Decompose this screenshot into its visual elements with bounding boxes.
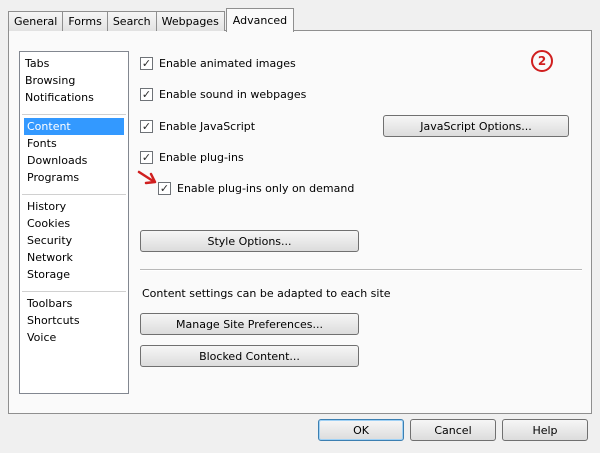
sidebar-item-toolbars[interactable]: Toolbars <box>24 295 124 312</box>
animated-images-option[interactable]: ✓ Enable animated images <box>140 55 296 71</box>
plugins-on-demand-option[interactable]: ✓ Enable plug-ins only on demand <box>158 180 354 196</box>
sound-checkbox[interactable]: ✓ <box>140 87 153 101</box>
category-group: Content Fonts Downloads Programs <box>22 114 126 194</box>
sidebar-item-tabs[interactable]: Tabs <box>22 55 126 72</box>
style-options-button[interactable]: Style Options... <box>140 230 359 252</box>
sound-label: Enable sound in webpages <box>159 87 307 101</box>
help-button[interactable]: Help <box>502 419 588 441</box>
advanced-panel: Tabs Browsing Notifications Content Font… <box>8 30 592 414</box>
sidebar-item-fonts[interactable]: Fonts <box>24 135 124 152</box>
javascript-label: Enable JavaScript <box>159 119 256 133</box>
sidebar-item-notifications[interactable]: Notifications <box>22 89 126 106</box>
sound-option[interactable]: ✓ Enable sound in webpages <box>140 86 306 102</box>
sidebar-item-cookies[interactable]: Cookies <box>24 215 124 232</box>
plugins-option[interactable]: ✓ Enable plug-ins <box>140 149 244 165</box>
plugins-label: Enable plug-ins <box>159 150 244 164</box>
sidebar-item-history[interactable]: History <box>24 198 124 215</box>
tab-webpages[interactable]: Webpages <box>155 11 225 31</box>
sidebar-item-security[interactable]: Security <box>24 232 124 249</box>
javascript-option[interactable]: ✓ Enable JavaScript <box>140 118 255 134</box>
category-group: History Cookies Security Network Storage <box>22 194 126 291</box>
sidebar-item-browsing[interactable]: Browsing <box>22 72 126 89</box>
ok-button[interactable]: OK <box>318 419 404 441</box>
plugins-on-demand-checkbox[interactable]: ✓ <box>158 181 171 195</box>
blocked-content-button[interactable]: Blocked Content... <box>140 345 359 367</box>
plugins-checkbox[interactable]: ✓ <box>140 150 153 164</box>
red-arrow-icon <box>137 170 157 185</box>
animated-images-checkbox[interactable]: ✓ <box>140 56 153 70</box>
sidebar-item-downloads[interactable]: Downloads <box>24 152 124 169</box>
manage-site-preferences-button[interactable]: Manage Site Preferences... <box>140 313 359 335</box>
sidebar-item-storage[interactable]: Storage <box>24 266 124 283</box>
sidebar-item-programs[interactable]: Programs <box>24 169 124 186</box>
tab-bar: General Forms Search Webpages Advanced <box>8 8 295 32</box>
sidebar-item-shortcuts[interactable]: Shortcuts <box>24 312 124 329</box>
plugins-on-demand-label: Enable plug-ins only on demand <box>177 181 355 195</box>
javascript-options-button[interactable]: JavaScript Options... <box>383 115 569 137</box>
sidebar-item-content[interactable]: Content <box>24 118 124 135</box>
content-settings-text: Content settings can be adapted to each … <box>142 287 391 300</box>
sidebar-item-network[interactable]: Network <box>24 249 124 266</box>
tab-search[interactable]: Search <box>106 11 157 31</box>
section-divider <box>140 269 582 271</box>
javascript-checkbox[interactable]: ✓ <box>140 119 153 133</box>
tab-advanced[interactable]: Advanced <box>225 8 295 32</box>
tab-forms[interactable]: Forms <box>62 11 108 31</box>
category-group: Tabs Browsing Notifications <box>20 52 128 114</box>
annotation-number-badge: 2 <box>531 50 553 72</box>
sidebar-item-voice[interactable]: Voice <box>24 329 124 346</box>
animated-images-label: Enable animated images <box>159 56 296 70</box>
tab-general[interactable]: General <box>8 11 64 31</box>
category-list: Tabs Browsing Notifications Content Font… <box>19 51 129 394</box>
category-group: Toolbars Shortcuts Voice <box>22 291 126 346</box>
cancel-button[interactable]: Cancel <box>410 419 496 441</box>
